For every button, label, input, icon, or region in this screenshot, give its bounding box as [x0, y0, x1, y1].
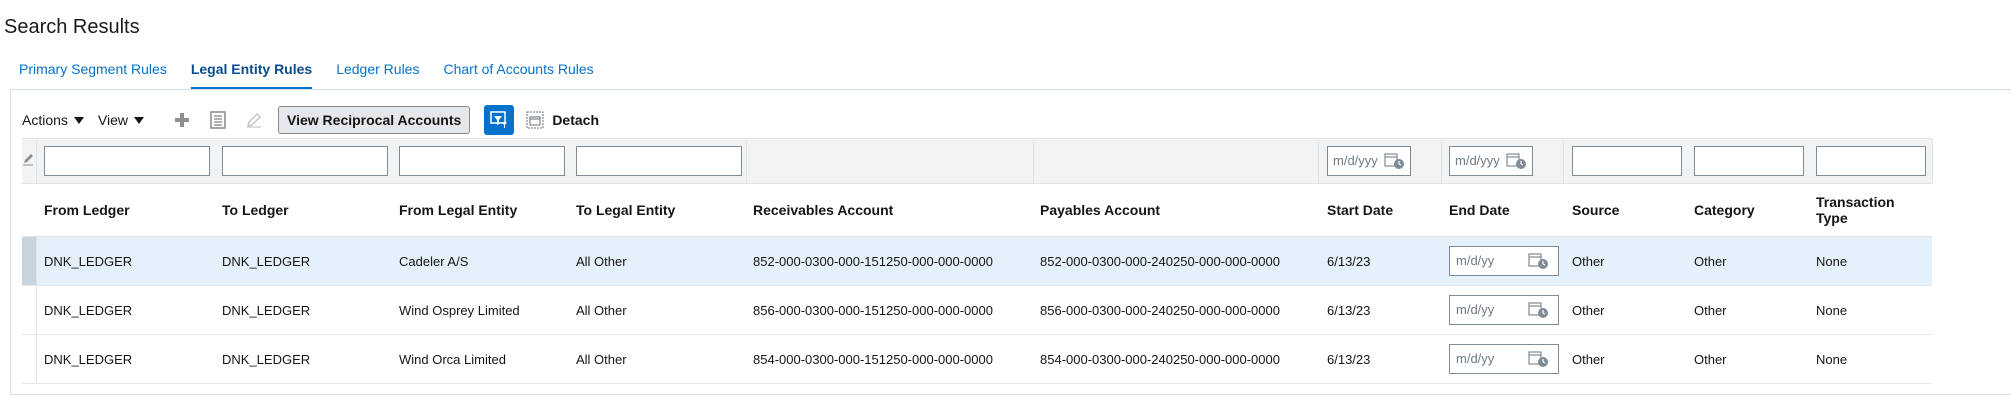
cell-receivables-account: 856-000-0300-000-151250-000-000-0000 [753, 302, 993, 318]
tab-ledger-rules[interactable]: Ledger Rules [336, 60, 419, 90]
cell-start-date: 6/13/23 [1327, 253, 1371, 269]
cell-category: Other [1694, 302, 1727, 318]
tab-chart-of-accounts-rules[interactable]: Chart of Accounts Rules [443, 60, 593, 90]
view-menu-label: View [97, 112, 129, 128]
cell-to-ledger: DNK_LEDGER [222, 253, 311, 269]
cell-source: Other [1572, 351, 1605, 367]
calendar-icon[interactable] [1528, 349, 1550, 379]
filter-category[interactable] [1694, 146, 1804, 176]
column-header-start-date[interactable]: Start Date [1327, 184, 1393, 236]
column-header-receivables-account[interactable]: Receivables Account [753, 184, 893, 236]
query-by-example-button[interactable] [484, 105, 515, 135]
cell-start-date: 6/13/23 [1327, 302, 1371, 318]
detach-label: Detach [552, 112, 599, 128]
filter-end-date-placeholder: m/d/yyy [1455, 153, 1500, 168]
tab-legal-entity-rules[interactable]: Legal Entity Rules [190, 60, 313, 90]
cell-receivables-account: 854-000-0300-000-151250-000-000-0000 [753, 351, 993, 367]
column-header-from-legal-entity[interactable]: From Legal Entity [399, 184, 517, 236]
cell-category: Other [1694, 351, 1727, 367]
cell-from-legal-entity: Cadeler A/S [399, 253, 469, 269]
cell-category: Other [1694, 253, 1727, 269]
filter-to-ledger[interactable] [222, 146, 388, 176]
cell-transaction-type: None [1816, 253, 1848, 269]
tab-bar: Primary Segment Rules Legal Entity Rules… [19, 60, 618, 90]
cell-transaction-type: None [1816, 302, 1848, 318]
legal-entity-rules-table: m/d/yyy m/d/yyy From Ledger To Ledger Fr… [22, 138, 1933, 384]
column-header-source[interactable]: Source [1572, 184, 1619, 236]
filter-to-legal-entity[interactable] [576, 146, 742, 176]
row-selector[interactable] [22, 286, 37, 334]
actions-menu[interactable]: Actions [22, 112, 84, 128]
detach-button[interactable]: Detach [526, 111, 599, 129]
filter-from-legal-entity[interactable] [399, 146, 565, 176]
cell-from-legal-entity: Wind Orca Limited [399, 351, 506, 367]
table-row[interactable]: DNK_LEDGER DNK_LEDGER Cadeler A/S All Ot… [22, 237, 1932, 286]
calendar-icon[interactable] [1506, 151, 1528, 181]
end-date-input[interactable]: m/d/yy [1449, 295, 1559, 325]
end-date-placeholder: m/d/yy [1456, 351, 1495, 366]
column-header-end-date[interactable]: End Date [1449, 184, 1510, 236]
filter-row: m/d/yyy m/d/yyy [22, 138, 1933, 184]
cell-source: Other [1572, 253, 1605, 269]
column-header-category[interactable]: Category [1694, 184, 1755, 236]
table-toolbar: Actions View View Reciprocal Accounts De… [22, 103, 599, 137]
column-header-row: From Ledger To Ledger From Legal Entity … [22, 184, 1932, 237]
actions-menu-label: Actions [22, 112, 68, 128]
calendar-icon[interactable] [1528, 300, 1550, 330]
view-menu[interactable]: View [97, 112, 145, 128]
filter-transaction-type[interactable] [1816, 146, 1926, 176]
end-date-input[interactable]: m/d/yy [1449, 246, 1559, 276]
row-selector[interactable] [22, 335, 37, 383]
detach-icon [526, 111, 544, 129]
filter-end-date[interactable]: m/d/yyy [1449, 146, 1533, 176]
table-row[interactable]: DNK_LEDGER DNK_LEDGER Wind Orca Limited … [22, 335, 1932, 384]
end-date-placeholder: m/d/yy [1456, 253, 1495, 268]
query-by-example-icon [490, 111, 508, 128]
cell-start-date: 6/13/23 [1327, 351, 1371, 367]
export-icon[interactable] [208, 110, 228, 130]
cell-to-ledger: DNK_LEDGER [222, 351, 311, 367]
filter-from-ledger[interactable] [44, 146, 210, 176]
filter-start-date[interactable]: m/d/yyy [1327, 146, 1411, 176]
row-selector[interactable] [22, 237, 37, 285]
cell-from-ledger: DNK_LEDGER [44, 351, 133, 367]
cell-transaction-type: None [1816, 351, 1848, 367]
calendar-icon[interactable] [1528, 251, 1550, 281]
cell-payables-account: 854-000-0300-000-240250-000-000-0000 [1040, 351, 1280, 367]
filter-start-date-placeholder: m/d/yyy [1333, 153, 1378, 168]
clear-filter-icon[interactable] [22, 151, 34, 172]
cell-to-legal-entity: All Other [576, 302, 627, 318]
cell-from-legal-entity: Wind Osprey Limited [399, 302, 520, 318]
plus-icon[interactable] [172, 110, 192, 130]
column-header-from-ledger[interactable]: From Ledger [44, 184, 130, 236]
column-header-payables-account[interactable]: Payables Account [1040, 184, 1160, 236]
end-date-placeholder: m/d/yy [1456, 302, 1495, 317]
filter-source[interactable] [1572, 146, 1682, 176]
cell-from-ledger: DNK_LEDGER [44, 253, 133, 269]
calendar-icon[interactable] [1384, 151, 1406, 181]
table-row[interactable]: DNK_LEDGER DNK_LEDGER Wind Osprey Limite… [22, 286, 1932, 335]
cell-payables-account: 852-000-0300-000-240250-000-000-0000 [1040, 253, 1280, 269]
cell-to-legal-entity: All Other [576, 351, 627, 367]
column-header-to-ledger[interactable]: To Ledger [222, 184, 289, 236]
column-header-transaction-type[interactable]: Transaction Type [1816, 184, 1916, 236]
caret-down-icon [134, 116, 145, 124]
cell-to-ledger: DNK_LEDGER [222, 302, 311, 318]
caret-down-icon [73, 116, 84, 124]
cell-to-legal-entity: All Other [576, 253, 627, 269]
cell-payables-account: 856-000-0300-000-240250-000-000-0000 [1040, 302, 1280, 318]
page-title: Search Results [4, 16, 140, 38]
cell-source: Other [1572, 302, 1605, 318]
cell-from-ledger: DNK_LEDGER [44, 302, 133, 318]
tab-primary-segment-rules[interactable]: Primary Segment Rules [19, 60, 167, 90]
pencil-icon[interactable] [244, 110, 264, 130]
cell-receivables-account: 852-000-0300-000-151250-000-000-0000 [753, 253, 993, 269]
column-header-to-legal-entity[interactable]: To Legal Entity [576, 184, 675, 236]
view-reciprocal-accounts-button[interactable]: View Reciprocal Accounts [278, 106, 471, 134]
end-date-input[interactable]: m/d/yy [1449, 344, 1559, 374]
